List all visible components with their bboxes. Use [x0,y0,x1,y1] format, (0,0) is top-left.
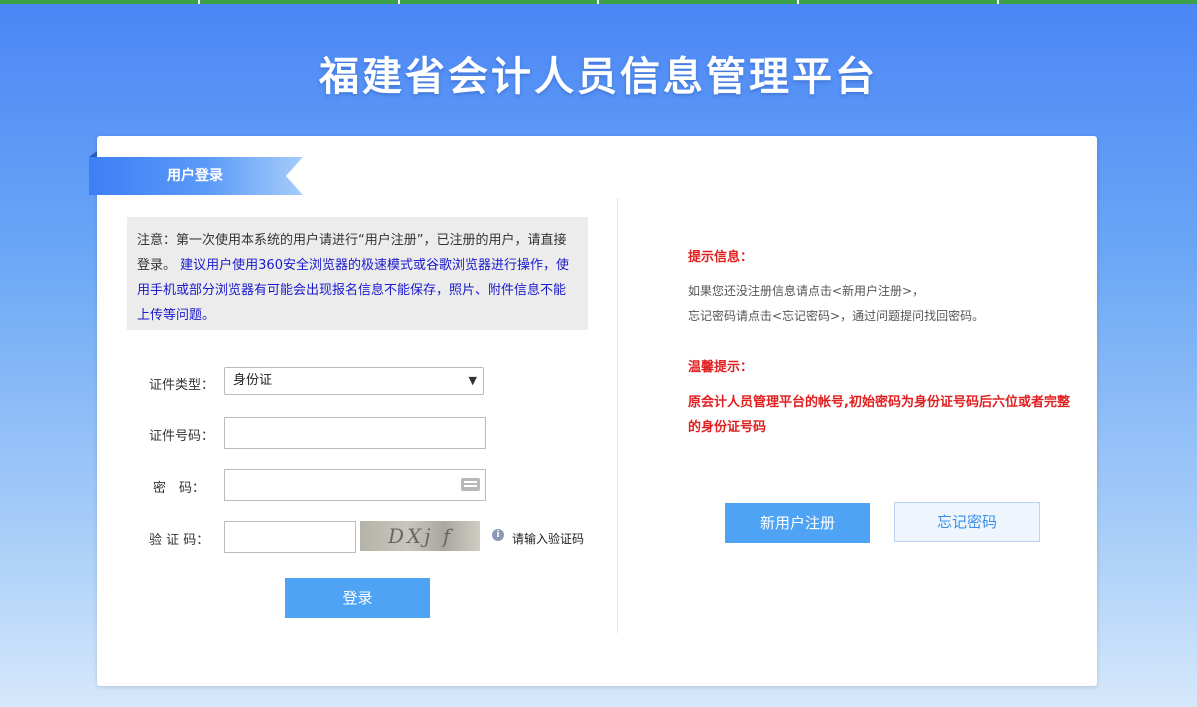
login-ribbon: 用户登录 [89,157,303,195]
tip-line-register: 如果您还没注册信息请点击<新用户注册>， [688,284,925,298]
captcha-hint: 请输入验证码 [512,532,585,546]
page-title: 福建省会计人员信息管理平台 [319,53,878,100]
ribbon-fold [89,151,97,157]
keyboard-icon[interactable] [461,478,480,491]
forgot-password-button[interactable]: 忘记密码 [894,502,1040,542]
info-icon: i [492,529,504,541]
browser-recommendation-text: 建议用户使用360安全浏览器的极速模式或谷歌浏览器进行操作，使用手机或部分浏览器… [137,258,569,323]
login-button[interactable]: 登录 [285,578,430,618]
login-card: 用户登录 注意：第一次使用本系统的用户请进行“用户注册”，已注册的用户，请直接登… [89,136,1097,686]
register-button[interactable]: 新用户注册 [725,503,870,543]
id-number-label: 证件号码： [149,429,215,444]
password-label: 密 码： [153,481,206,496]
id-type-select[interactable]: 身份证 ▼ [224,367,484,395]
top-color-bar [0,0,1197,4]
id-type-label: 证件类型： [149,378,215,393]
id-number-input[interactable] [224,417,486,449]
notice-box: 注意：第一次使用本系统的用户请进行“用户注册”，已注册的用户，请直接登录。 建议… [127,217,588,330]
vertical-divider [617,198,618,633]
warm-tip-title: 温馨提示： [688,360,754,375]
captcha-image[interactable]: DXj f [360,521,480,551]
captcha-label: 验 证 码： [149,533,210,548]
password-input[interactable] [224,469,486,501]
captcha-input[interactable] [224,521,356,553]
id-type-selected-value: 身份证 [233,373,273,388]
tip-line-forgot: 忘记密码请点击<忘记密码>，通过问题提问找回密码。 [688,309,985,323]
chevron-down-icon: ▼ [468,374,477,387]
warm-tip-text: 原会计人员管理平台的帐号,初始密码为身份证号码后六位或者完整的身份证号码 [688,395,1070,435]
tip-title: 提示信息： [688,250,754,265]
